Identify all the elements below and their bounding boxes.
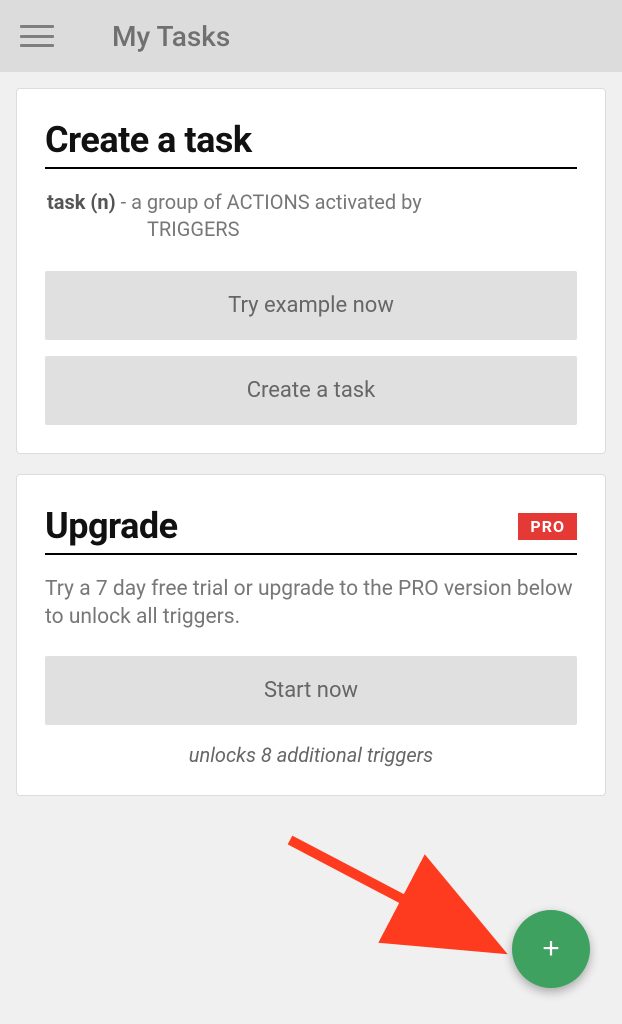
create-task-title: Create a task bbox=[45, 119, 252, 161]
task-definition: task (n) - a group of ACTIONS activated … bbox=[45, 189, 577, 243]
definition-text-line2: TRIGGERS bbox=[47, 216, 577, 243]
upgrade-title: Upgrade bbox=[45, 505, 178, 547]
add-task-fab[interactable]: + bbox=[512, 910, 590, 988]
app-bar: My Tasks bbox=[0, 0, 622, 72]
try-example-button[interactable]: Try example now bbox=[45, 271, 577, 340]
annotation-arrow bbox=[280, 830, 540, 990]
create-task-card: Create a task task (n) - a group of ACTI… bbox=[16, 88, 606, 454]
content-area: Create a task task (n) - a group of ACTI… bbox=[0, 72, 622, 832]
definition-term: task (n) bbox=[47, 190, 116, 214]
page-title: My Tasks bbox=[112, 20, 230, 53]
upgrade-title-row: Upgrade PRO bbox=[45, 505, 577, 555]
upgrade-card: Upgrade PRO Try a 7 day free trial or up… bbox=[16, 474, 606, 796]
menu-icon[interactable] bbox=[20, 25, 54, 47]
plus-icon: + bbox=[542, 934, 560, 964]
definition-text-line1: a group of ACTIONS activated by bbox=[131, 190, 422, 214]
upgrade-description: Try a 7 day free trial or upgrade to the… bbox=[45, 575, 577, 632]
unlocks-note: unlocks 8 additional triggers bbox=[45, 743, 577, 767]
definition-separator: - bbox=[116, 190, 131, 214]
start-now-button[interactable]: Start now bbox=[45, 656, 577, 725]
pro-badge: PRO bbox=[518, 513, 577, 540]
create-task-button[interactable]: Create a task bbox=[45, 356, 577, 425]
create-task-title-row: Create a task bbox=[45, 119, 577, 169]
